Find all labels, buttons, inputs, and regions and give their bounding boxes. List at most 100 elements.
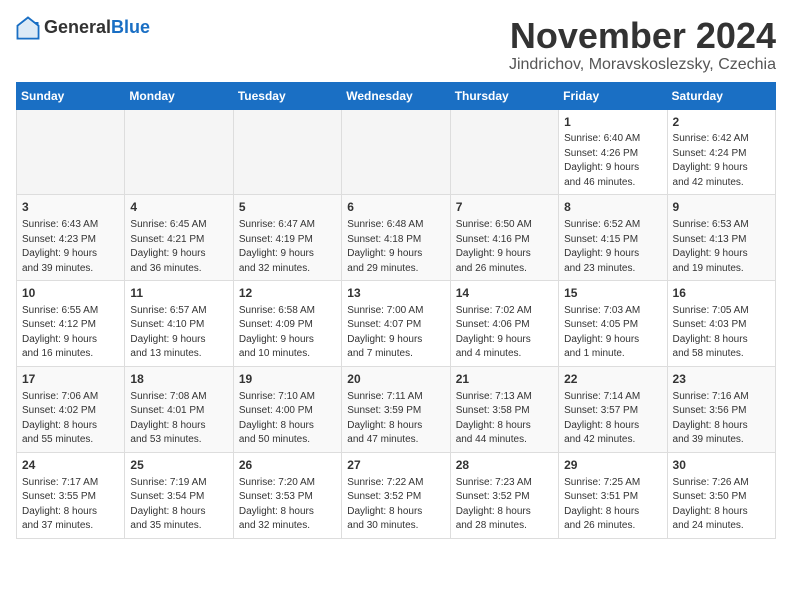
day-number: 25 bbox=[130, 457, 227, 474]
calendar-cell: 30 Sunrise: 7:26 AM Sunset: 3:50 PM Dayli… bbox=[667, 452, 775, 538]
day-header-tuesday: Tuesday bbox=[233, 82, 341, 109]
day-number: 5 bbox=[239, 199, 336, 216]
calendar-week-row: 10 Sunrise: 6:55 AM Sunset: 4:12 PM Dayli… bbox=[17, 281, 776, 367]
calendar-cell: 17Sunrise: 7:06 AM Sunset: 4:02 PM Dayli… bbox=[17, 366, 125, 452]
day-info: Sunrise: 6:40 AM Sunset: 4:26 PM Dayligh… bbox=[564, 132, 661, 190]
day-info: Sunrise: 6:58 AM Sunset: 4:09 PM Dayligh… bbox=[239, 304, 336, 362]
day-header-wednesday: Wednesday bbox=[342, 82, 450, 109]
day-info: Sunrise: 6:53 AM Sunset: 4:13 PM Dayligh… bbox=[673, 218, 770, 276]
calendar-cell: 20 Sunrise: 7:11 AM Sunset: 3:59 PM Dayli… bbox=[342, 366, 450, 452]
calendar-week-row: 3 Sunrise: 6:43 AM Sunset: 4:23 PM Daylig… bbox=[17, 195, 776, 281]
day-number: 12 bbox=[239, 285, 336, 302]
calendar-body: 1Sunrise: 6:40 AM Sunset: 4:26 PM Daylig… bbox=[17, 109, 776, 538]
day-number: 8 bbox=[564, 199, 661, 216]
day-number: 15 bbox=[564, 285, 661, 302]
calendar-cell: 28Sunrise: 7:23 AM Sunset: 3:52 PM Dayli… bbox=[450, 452, 558, 538]
day-number: 4 bbox=[130, 199, 227, 216]
day-info: Sunrise: 6:52 AM Sunset: 4:15 PM Dayligh… bbox=[564, 218, 661, 276]
day-number: 20 bbox=[347, 371, 444, 388]
day-header-saturday: Saturday bbox=[667, 82, 775, 109]
calendar-cell bbox=[125, 109, 233, 195]
calendar-cell: 27 Sunrise: 7:22 AM Sunset: 3:52 PM Dayli… bbox=[342, 452, 450, 538]
day-number: 14 bbox=[456, 285, 553, 302]
day-info: Sunrise: 7:25 AM Sunset: 3:51 PM Dayligh… bbox=[564, 476, 661, 534]
day-header-monday: Monday bbox=[125, 82, 233, 109]
calendar-cell: 11Sunrise: 6:57 AM Sunset: 4:10 PM Dayli… bbox=[125, 281, 233, 367]
calendar-cell: 29 Sunrise: 7:25 AM Sunset: 3:51 PM Dayli… bbox=[559, 452, 667, 538]
month-title: November 2024 bbox=[509, 16, 776, 56]
day-number: 6 bbox=[347, 199, 444, 216]
day-number: 23 bbox=[673, 371, 770, 388]
day-number: 2 bbox=[673, 114, 770, 131]
day-number: 13 bbox=[347, 285, 444, 302]
day-number: 1 bbox=[564, 114, 661, 131]
calendar-cell: 9 Sunrise: 6:53 AM Sunset: 4:13 PM Daylig… bbox=[667, 195, 775, 281]
calendar-cell: 14 Sunrise: 7:02 AM Sunset: 4:06 PM Dayli… bbox=[450, 281, 558, 367]
day-info: Sunrise: 6:45 AM Sunset: 4:21 PM Dayligh… bbox=[130, 218, 227, 276]
location-subtitle: Jindrichov, Moravskoslezsky, Czechia bbox=[509, 56, 776, 74]
calendar-cell: 24Sunrise: 7:17 AM Sunset: 3:55 PM Dayli… bbox=[17, 452, 125, 538]
day-number: 7 bbox=[456, 199, 553, 216]
calendar-cell: 21Sunrise: 7:13 AM Sunset: 3:58 PM Dayli… bbox=[450, 366, 558, 452]
calendar-header-row: SundayMondayTuesdayWednesdayThursdayFrid… bbox=[17, 82, 776, 109]
day-number: 16 bbox=[673, 285, 770, 302]
calendar-cell bbox=[17, 109, 125, 195]
day-number: 18 bbox=[130, 371, 227, 388]
calendar-cell: 4 Sunrise: 6:45 AM Sunset: 4:21 PM Daylig… bbox=[125, 195, 233, 281]
calendar-cell: 26 Sunrise: 7:20 AM Sunset: 3:53 PM Dayli… bbox=[233, 452, 341, 538]
day-info: Sunrise: 7:10 AM Sunset: 4:00 PM Dayligh… bbox=[239, 390, 336, 448]
calendar-cell: 18 Sunrise: 7:08 AM Sunset: 4:01 PM Dayli… bbox=[125, 366, 233, 452]
calendar-table: SundayMondayTuesdayWednesdayThursdayFrid… bbox=[16, 82, 776, 539]
logo: GeneralBlue bbox=[16, 16, 150, 40]
calendar-cell: 13Sunrise: 7:00 AM Sunset: 4:07 PM Dayli… bbox=[342, 281, 450, 367]
day-number: 29 bbox=[564, 457, 661, 474]
day-header-thursday: Thursday bbox=[450, 82, 558, 109]
day-info: Sunrise: 6:50 AM Sunset: 4:16 PM Dayligh… bbox=[456, 218, 553, 276]
day-info: Sunrise: 7:14 AM Sunset: 3:57 PM Dayligh… bbox=[564, 390, 661, 448]
calendar-cell: 5 Sunrise: 6:47 AM Sunset: 4:19 PM Daylig… bbox=[233, 195, 341, 281]
day-info: Sunrise: 6:57 AM Sunset: 4:10 PM Dayligh… bbox=[130, 304, 227, 362]
day-number: 22 bbox=[564, 371, 661, 388]
calendar-cell bbox=[450, 109, 558, 195]
day-info: Sunrise: 7:17 AM Sunset: 3:55 PM Dayligh… bbox=[22, 476, 119, 534]
title-area: November 2024 Jindrichov, Moravskoslezsk… bbox=[509, 16, 776, 74]
calendar-cell: 1Sunrise: 6:40 AM Sunset: 4:26 PM Daylig… bbox=[559, 109, 667, 195]
day-number: 26 bbox=[239, 457, 336, 474]
calendar-cell: 10 Sunrise: 6:55 AM Sunset: 4:12 PM Dayli… bbox=[17, 281, 125, 367]
day-info: Sunrise: 7:11 AM Sunset: 3:59 PM Dayligh… bbox=[347, 390, 444, 448]
day-number: 19 bbox=[239, 371, 336, 388]
day-info: Sunrise: 7:08 AM Sunset: 4:01 PM Dayligh… bbox=[130, 390, 227, 448]
day-info: Sunrise: 7:02 AM Sunset: 4:06 PM Dayligh… bbox=[456, 304, 553, 362]
calendar-cell bbox=[342, 109, 450, 195]
day-info: Sunrise: 7:19 AM Sunset: 3:54 PM Dayligh… bbox=[130, 476, 227, 534]
day-number: 21 bbox=[456, 371, 553, 388]
day-info: Sunrise: 6:43 AM Sunset: 4:23 PM Dayligh… bbox=[22, 218, 119, 276]
calendar-cell: 23 Sunrise: 7:16 AM Sunset: 3:56 PM Dayli… bbox=[667, 366, 775, 452]
calendar-cell: 2Sunrise: 6:42 AM Sunset: 4:24 PM Daylig… bbox=[667, 109, 775, 195]
day-number: 10 bbox=[22, 285, 119, 302]
day-number: 27 bbox=[347, 457, 444, 474]
day-info: Sunrise: 6:55 AM Sunset: 4:12 PM Dayligh… bbox=[22, 304, 119, 362]
calendar-cell: 12 Sunrise: 6:58 AM Sunset: 4:09 PM Dayli… bbox=[233, 281, 341, 367]
calendar-cell: 16 Sunrise: 7:05 AM Sunset: 4:03 PM Dayli… bbox=[667, 281, 775, 367]
day-info: Sunrise: 7:20 AM Sunset: 3:53 PM Dayligh… bbox=[239, 476, 336, 534]
day-info: Sunrise: 7:06 AM Sunset: 4:02 PM Dayligh… bbox=[22, 390, 119, 448]
day-number: 9 bbox=[673, 199, 770, 216]
day-header-sunday: Sunday bbox=[17, 82, 125, 109]
calendar-week-row: 1Sunrise: 6:40 AM Sunset: 4:26 PM Daylig… bbox=[17, 109, 776, 195]
day-info: Sunrise: 7:22 AM Sunset: 3:52 PM Dayligh… bbox=[347, 476, 444, 534]
day-number: 28 bbox=[456, 457, 553, 474]
calendar-cell: 15Sunrise: 7:03 AM Sunset: 4:05 PM Dayli… bbox=[559, 281, 667, 367]
calendar-cell bbox=[233, 109, 341, 195]
day-header-friday: Friday bbox=[559, 82, 667, 109]
day-info: Sunrise: 6:47 AM Sunset: 4:19 PM Dayligh… bbox=[239, 218, 336, 276]
day-info: Sunrise: 7:05 AM Sunset: 4:03 PM Dayligh… bbox=[673, 304, 770, 362]
calendar-cell: 22 Sunrise: 7:14 AM Sunset: 3:57 PM Dayli… bbox=[559, 366, 667, 452]
day-info: Sunrise: 6:42 AM Sunset: 4:24 PM Dayligh… bbox=[673, 132, 770, 190]
day-info: Sunrise: 7:16 AM Sunset: 3:56 PM Dayligh… bbox=[673, 390, 770, 448]
calendar-cell: 25 Sunrise: 7:19 AM Sunset: 3:54 PM Dayli… bbox=[125, 452, 233, 538]
day-number: 30 bbox=[673, 457, 770, 474]
day-info: Sunrise: 7:26 AM Sunset: 3:50 PM Dayligh… bbox=[673, 476, 770, 534]
calendar-cell: 7 Sunrise: 6:50 AM Sunset: 4:16 PM Daylig… bbox=[450, 195, 558, 281]
day-number: 3 bbox=[22, 199, 119, 216]
